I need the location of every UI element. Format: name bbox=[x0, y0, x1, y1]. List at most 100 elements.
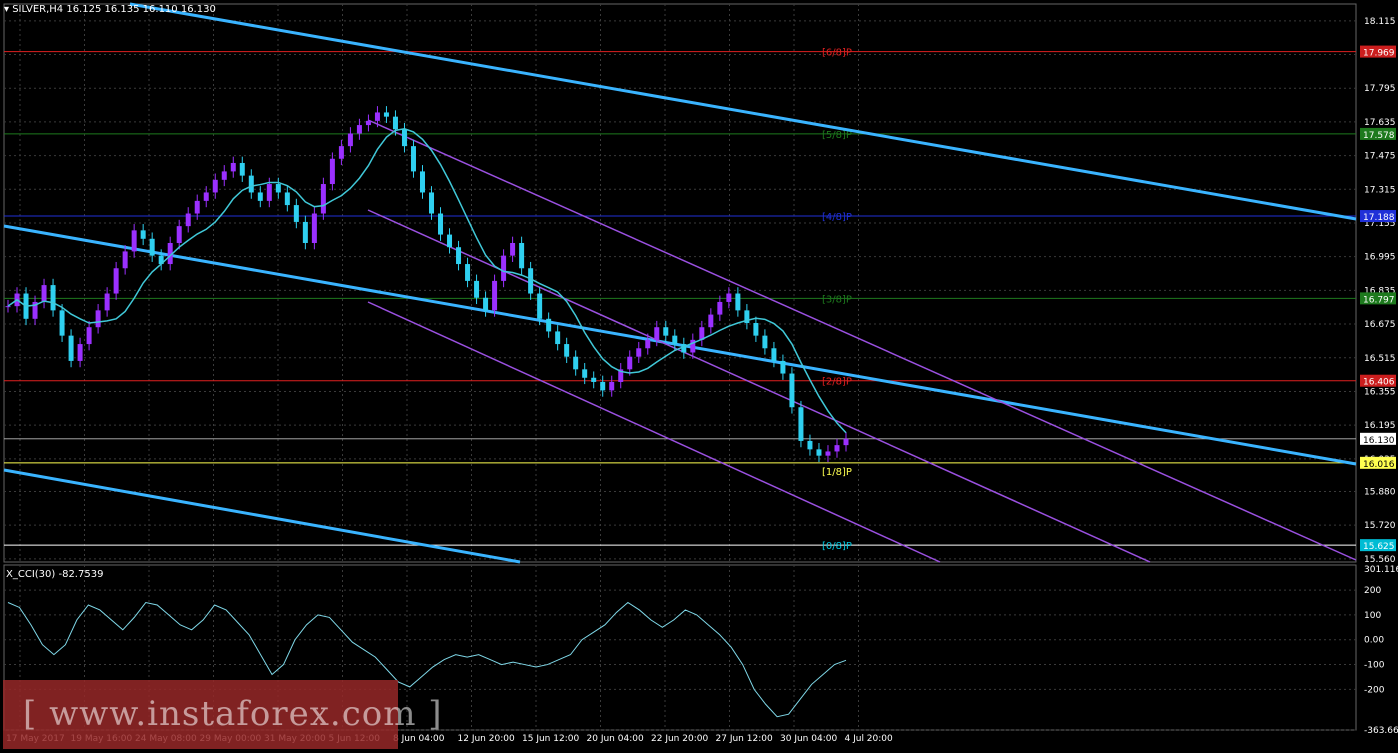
candle-body bbox=[663, 327, 669, 336]
candle-body bbox=[591, 377, 597, 382]
symbol-label: SILVER,H4 bbox=[12, 4, 64, 15]
candle-body bbox=[798, 407, 804, 441]
channel-upper-line bbox=[367, 119, 1357, 561]
chart-window[interactable]: 17 May 201719 May 16:0024 May 08:0029 Ma… bbox=[0, 0, 1398, 749]
candle-body bbox=[95, 310, 101, 328]
murrey-level-label: [5/8]P bbox=[822, 130, 852, 141]
candle-body bbox=[753, 323, 759, 336]
candle-body bbox=[645, 339, 651, 349]
candle-body bbox=[383, 112, 389, 117]
cci-axis-label: -363.663 bbox=[1364, 726, 1398, 736]
murrey-level-label: [2/8]P bbox=[822, 377, 852, 388]
cci-axis-label: 0.00 bbox=[1364, 636, 1384, 646]
murrey-price-tag-text: 15.625 bbox=[1363, 542, 1395, 552]
candle-body bbox=[717, 301, 723, 315]
candle-body bbox=[275, 184, 281, 193]
candle-body bbox=[374, 112, 380, 121]
dropdown-arrow-icon[interactable]: ▾ bbox=[4, 4, 12, 15]
indicator-title: X_CCI(30) -82.7539 bbox=[6, 569, 104, 580]
candle-body bbox=[600, 381, 606, 391]
candle-body bbox=[356, 125, 362, 134]
candle-body bbox=[176, 226, 182, 243]
murrey-price-tag-text: 16.406 bbox=[1363, 378, 1395, 388]
trend-line-lower bbox=[3, 468, 521, 564]
candle-body bbox=[789, 373, 795, 408]
moving-average-line bbox=[7, 127, 847, 434]
candle-body bbox=[771, 348, 777, 361]
candle-body bbox=[50, 285, 56, 311]
candle-body bbox=[149, 238, 155, 256]
candle-body bbox=[203, 192, 209, 201]
cci-axis-label: 200 bbox=[1364, 586, 1381, 596]
candle-body bbox=[609, 381, 615, 391]
candle-body bbox=[483, 297, 489, 311]
candle-body bbox=[546, 318, 552, 332]
price-axis-label: 16.675 bbox=[1364, 320, 1396, 330]
cci-axis-label: 100 bbox=[1364, 611, 1381, 621]
price-axis-label: 15.560 bbox=[1364, 555, 1396, 565]
candle-body bbox=[302, 221, 308, 243]
chart-title: ▾ SILVER,H4 16.125 16.135 16.110 16.130 bbox=[4, 4, 216, 15]
candle-body bbox=[780, 360, 786, 374]
watermark-text: [ www.instaforex.com ] bbox=[23, 694, 443, 734]
cci-axis-label: -200 bbox=[1364, 685, 1385, 695]
current-price-tag-text: 16.130 bbox=[1363, 436, 1395, 446]
candle-body bbox=[212, 179, 218, 193]
candle-body bbox=[410, 146, 416, 172]
candle-body bbox=[456, 247, 462, 265]
candle-body bbox=[266, 184, 272, 201]
candle-body bbox=[573, 356, 579, 370]
candle-body bbox=[474, 280, 480, 298]
murrey-level-label: [1/8]P bbox=[822, 467, 852, 478]
time-axis-label: 30 Jun 04:00 bbox=[780, 734, 837, 744]
price-axis-label: 16.195 bbox=[1364, 421, 1396, 431]
candle-body bbox=[419, 171, 425, 193]
price-axis-label: 15.720 bbox=[1364, 521, 1396, 531]
candle-body bbox=[41, 285, 47, 302]
price-chart[interactable]: 17 May 201719 May 16:0024 May 08:0029 Ma… bbox=[0, 0, 1398, 749]
candle-body bbox=[122, 251, 128, 269]
time-axis-label: 8 Jun 04:00 bbox=[393, 734, 445, 744]
price-axis-label: 18.115 bbox=[1364, 17, 1396, 27]
candle-body bbox=[501, 255, 507, 281]
murrey-price-tag-text: 16.016 bbox=[1363, 460, 1395, 470]
candle-body bbox=[338, 146, 344, 159]
candle-body bbox=[708, 314, 714, 328]
candle-body bbox=[519, 242, 525, 269]
time-axis-label: 4 Jul 20:00 bbox=[845, 734, 894, 744]
cci-axis-label: -100 bbox=[1364, 661, 1385, 671]
candle-body bbox=[221, 171, 227, 180]
time-axis-label: 22 Jun 20:00 bbox=[651, 734, 708, 744]
candle-body bbox=[654, 327, 660, 340]
murrey-price-tag-text: 17.188 bbox=[1363, 213, 1395, 223]
candle-body bbox=[564, 344, 570, 357]
price-axis-label: 16.515 bbox=[1364, 354, 1396, 364]
ohlc-readout: 16.125 16.135 16.110 16.130 bbox=[66, 4, 216, 15]
price-axis-label: 16.355 bbox=[1364, 387, 1396, 397]
candle-body bbox=[59, 310, 65, 336]
candle-body bbox=[113, 268, 119, 294]
watermark-logo: [ www.instaforex.com ] bbox=[3, 680, 442, 749]
candle-body bbox=[5, 306, 11, 308]
trend-line-upper bbox=[129, 2, 1357, 221]
murrey-price-tag-text: 17.578 bbox=[1363, 131, 1395, 141]
candle-body bbox=[239, 162, 245, 176]
candle-body bbox=[672, 335, 678, 345]
candle-body bbox=[104, 293, 110, 311]
candle-body bbox=[248, 175, 254, 193]
trend-line-middle bbox=[3, 224, 1357, 466]
candle-body bbox=[194, 200, 200, 214]
candle-body bbox=[528, 268, 534, 294]
candle-body bbox=[627, 356, 633, 370]
time-axis-label: 27 Jun 12:00 bbox=[716, 734, 773, 744]
channel-middle-line bbox=[367, 209, 1151, 563]
candle-body bbox=[510, 242, 516, 256]
price-axis-label: 16.995 bbox=[1364, 253, 1396, 263]
candle-body bbox=[843, 438, 849, 446]
candle-body bbox=[320, 184, 326, 214]
time-axis-label: 20 Jun 04:00 bbox=[587, 734, 644, 744]
candle-body bbox=[762, 335, 768, 349]
candle-body bbox=[311, 213, 317, 243]
candle-body bbox=[77, 344, 83, 361]
candle-body bbox=[230, 162, 236, 172]
